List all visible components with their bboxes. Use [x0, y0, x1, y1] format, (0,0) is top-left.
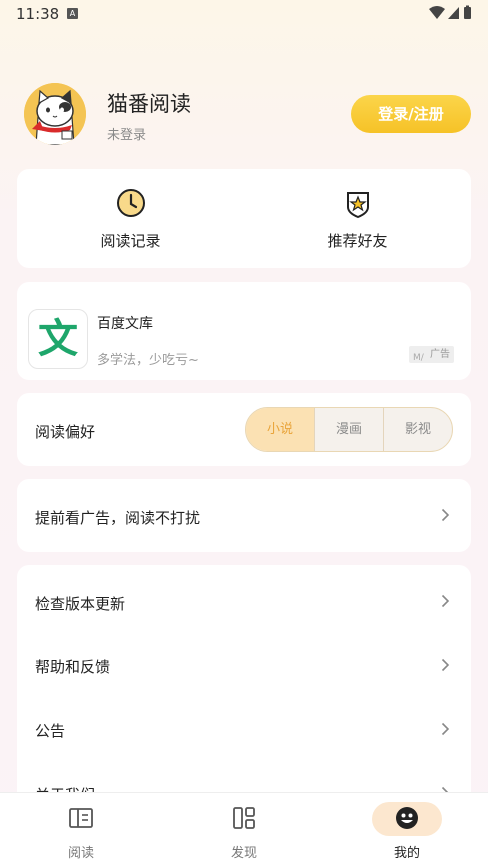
book-icon: [69, 808, 93, 828]
grid-icon: [233, 807, 255, 829]
ad-badge: M/广告: [409, 346, 454, 363]
nav-tab-mine-label: 我的: [393, 846, 420, 861]
reading-preference-card: 阅读偏好 小说 漫画 影视: [17, 393, 471, 466]
chevron-right-icon: [441, 658, 450, 672]
login-status: 未登录: [107, 128, 147, 143]
nav-tab-discover[interactable]: 发现: [163, 793, 325, 867]
recommend-friend-button[interactable]: 推荐好友: [244, 169, 471, 268]
preference-segmented-control: 小说 漫画 影视: [245, 407, 453, 452]
nav-tab-mine[interactable]: 我的: [326, 793, 488, 867]
quick-actions-card: 阅读记录 推荐好友: [17, 169, 471, 268]
ad-free-label: 提前看广告，阅读不打扰: [35, 509, 201, 527]
settings-list: 检查版本更新 帮助和反馈 公告 关于我们: [17, 565, 471, 805]
nav-tab-discover-label: 发现: [230, 846, 257, 861]
ad-network-icon: M/: [413, 353, 424, 363]
wifi-icon: [429, 6, 445, 19]
reading-preference-label: 阅读偏好: [35, 423, 96, 441]
pref-option-comic[interactable]: 漫画: [314, 408, 383, 451]
reading-history-label: 阅读记录: [100, 232, 161, 250]
status-time: 11:38: [16, 5, 60, 23]
signal-battery-icons: [429, 5, 471, 19]
help-feedback-label: 帮助和反馈: [35, 658, 111, 676]
announcement-label: 公告: [35, 722, 66, 740]
chevron-right-icon: [441, 508, 450, 522]
reading-history-button[interactable]: 阅读记录: [17, 169, 244, 268]
status-bar: 11:38 A: [0, 0, 488, 28]
app-name: 猫番阅读: [107, 92, 191, 116]
ad-card[interactable]: 文 百度文库 多学法，少吃亏~ M/广告: [17, 282, 471, 380]
profile-face-icon: [396, 807, 418, 829]
baidu-wenku-logo: 文: [28, 309, 88, 369]
clock-icon: [117, 189, 145, 217]
nav-tab-read-label: 阅读: [67, 846, 94, 861]
pref-option-novel[interactable]: 小说: [246, 408, 314, 451]
notification-icon: A: [67, 8, 78, 19]
nav-tab-read[interactable]: 阅读: [0, 793, 162, 867]
check-update-label: 检查版本更新: [35, 595, 126, 613]
cell-signal-icon: [448, 7, 459, 19]
ad-free-row[interactable]: 提前看广告，阅读不打扰: [17, 479, 471, 552]
ad-description: 多学法，少吃亏~: [97, 353, 199, 368]
star-shield-icon: [347, 192, 369, 219]
chevron-right-icon: [441, 594, 450, 608]
pref-option-video[interactable]: 影视: [383, 408, 452, 451]
cat-avatar-icon: [24, 83, 86, 145]
battery-icon: [464, 7, 471, 19]
avatar[interactable]: [24, 83, 86, 145]
ad-title: 百度文库: [97, 316, 153, 332]
login-register-button[interactable]: 登录/注册: [351, 95, 471, 133]
bottom-nav: 阅读 发现 我的: [0, 792, 488, 867]
chevron-right-icon: [441, 722, 450, 736]
recommend-friend-label: 推荐好友: [327, 232, 388, 250]
